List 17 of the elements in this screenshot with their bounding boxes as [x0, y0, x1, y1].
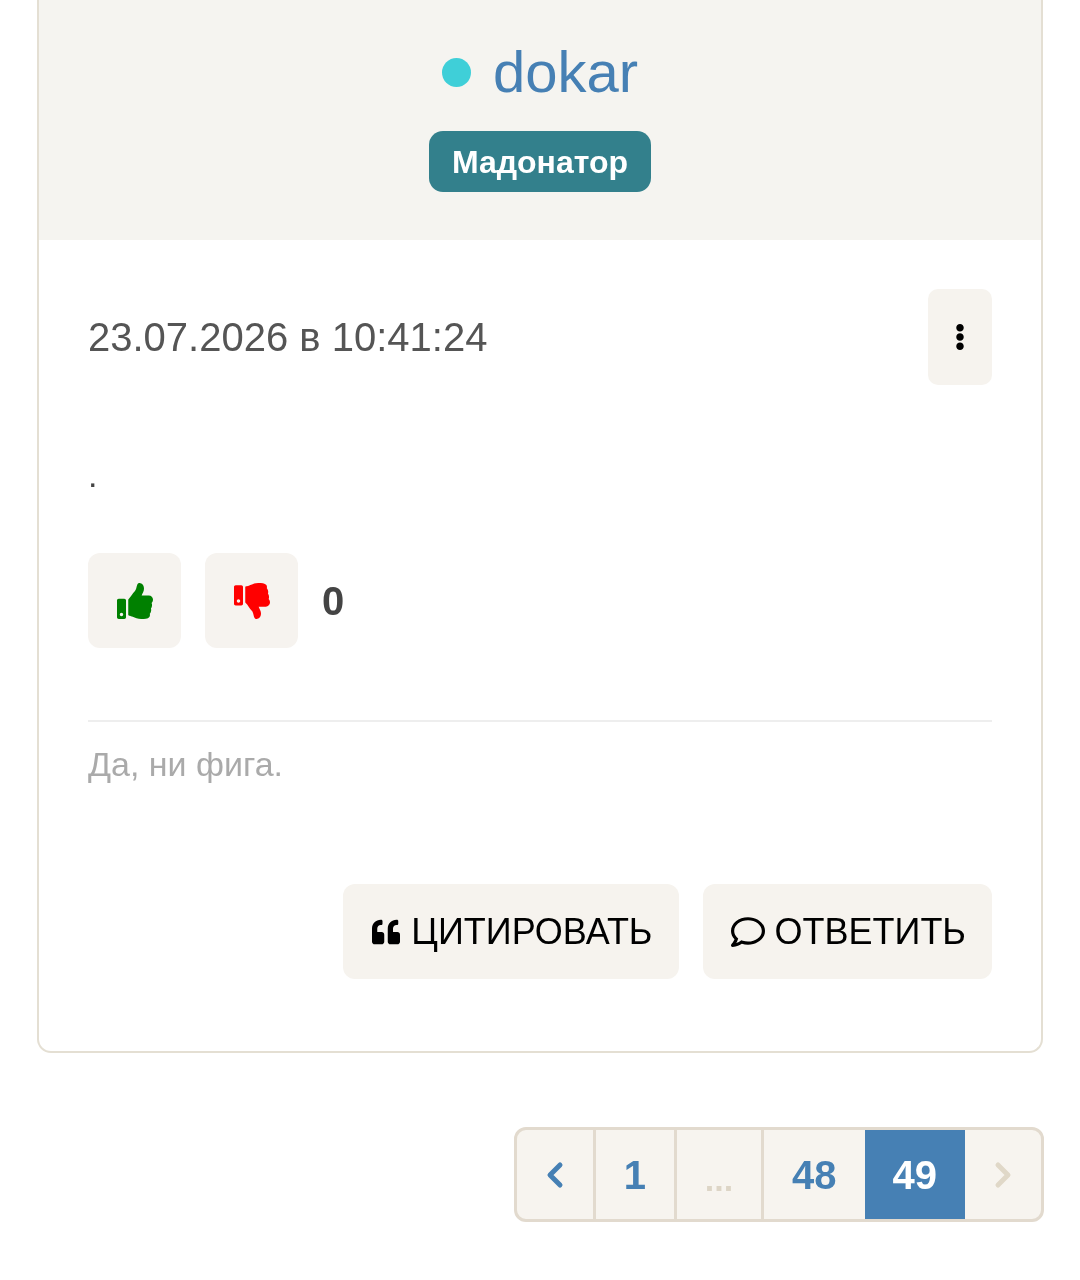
thumbs-down-icon [231, 582, 272, 619]
user-signature: Да, ни фига. [88, 744, 284, 784]
post-body: . [88, 455, 98, 495]
post-timestamp: 23.07.2026 в 10:41:24 [88, 314, 488, 361]
username-link[interactable]: dokar [492, 36, 639, 108]
quote-button[interactable]: ЦИТИРОВАТЬ [343, 884, 679, 979]
like-button[interactable] [88, 553, 181, 648]
thumbs-up-icon [114, 582, 155, 619]
pagination-ellipsis: ... [674, 1130, 761, 1219]
more-options-button[interactable] [928, 289, 992, 385]
page-button[interactable]: 1 [592, 1130, 674, 1219]
user-rank-badge: Мадонатор [428, 131, 652, 192]
speech-bubble-icon [728, 914, 767, 949]
page-button[interactable]: 49 [864, 1130, 965, 1219]
vote-score: 0 [322, 577, 345, 625]
dislike-button[interactable] [205, 553, 298, 648]
reply-button[interactable]: ОТВЕТИТЬ [702, 884, 992, 979]
